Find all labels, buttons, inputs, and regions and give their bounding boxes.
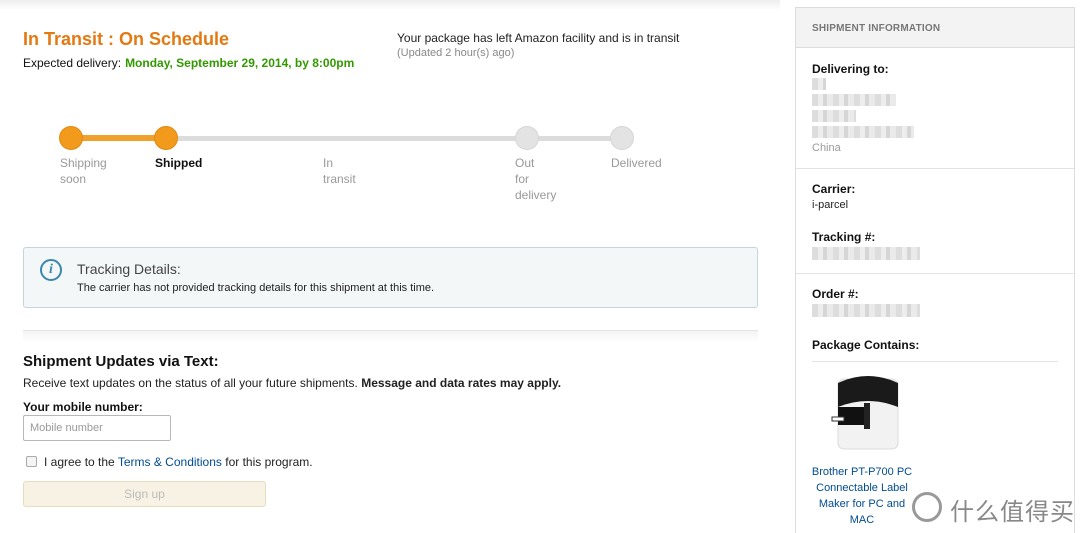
- mobile-number-label: Your mobile number:: [23, 400, 143, 414]
- redacted-address: [812, 78, 826, 90]
- product-image[interactable]: [828, 373, 908, 453]
- step-label-shipped: Shipped: [155, 156, 203, 170]
- redacted-tracking-number: [812, 247, 920, 260]
- updates-title: Shipment Updates via Text:: [23, 353, 219, 370]
- section-divider-shade: [23, 331, 758, 343]
- terms-text: I agree to the Terms & Conditions for th…: [44, 455, 313, 469]
- redacted-address: [812, 94, 896, 106]
- watermark-text: 什么值得买: [950, 499, 1075, 526]
- redacted-address: [812, 110, 856, 122]
- watermark-logo-icon: [912, 492, 942, 522]
- sidebar-divider: [796, 168, 1074, 169]
- status-title: In Transit : On Schedule: [23, 29, 230, 49]
- progress-fill: [70, 135, 166, 141]
- step-dot-out-for-delivery: [515, 126, 539, 150]
- delivering-to-label: Delivering to:: [812, 62, 889, 76]
- expected-delivery: Expected delivery: Monday, September 29, …: [23, 56, 354, 70]
- tracking-title: Tracking Details:: [77, 261, 181, 277]
- tracking-details-box: i Tracking Details: The carrier has not …: [23, 247, 758, 308]
- sidebar-divider: [796, 273, 1074, 274]
- redacted-address: [812, 126, 914, 138]
- top-shade: [0, 0, 780, 10]
- step-label-delivered: Delivered: [611, 156, 662, 170]
- terms-conditions-link[interactable]: Terms & Conditions: [118, 455, 222, 469]
- step-dot-shipping-soon: [59, 126, 83, 150]
- step-label-shipping-soon: Shipping soon: [60, 156, 107, 186]
- expected-date: Monday, September 29, 2014, by 8:00pm: [125, 56, 355, 70]
- tracking-number-label: Tracking #:: [812, 230, 876, 244]
- country-value: China: [812, 142, 841, 154]
- tracking-text: The carrier has not provided tracking de…: [77, 282, 435, 294]
- mobile-number-input[interactable]: [23, 415, 171, 441]
- package-contains-label: Package Contains:: [812, 338, 920, 352]
- package-divider: [812, 361, 1058, 362]
- shipment-info-header: SHIPMENT INFORMATION: [796, 8, 1074, 48]
- order-number-label: Order #:: [812, 287, 859, 301]
- carrier-label: Carrier:: [812, 182, 856, 196]
- updated-time: (Updated 2 hour(s) ago): [397, 47, 515, 59]
- terms-checkbox[interactable]: [26, 456, 37, 467]
- info-icon: i: [40, 259, 62, 281]
- redacted-order-number: [812, 304, 920, 317]
- step-dot-delivered: [610, 126, 634, 150]
- step-label-out-for-delivery: Out for delivery: [515, 156, 557, 202]
- carrier-value: i-parcel: [812, 199, 849, 211]
- expected-label: Expected delivery:: [23, 56, 122, 70]
- step-dot-shipped: [154, 126, 178, 150]
- product-link[interactable]: Brother PT-P700 PC Connectable Label Mak…: [808, 464, 916, 528]
- sign-up-button[interactable]: Sign up: [23, 481, 266, 507]
- step-label-in-transit: In transit: [323, 156, 356, 186]
- shipment-info-panel: SHIPMENT INFORMATION Delivering to: Chin…: [795, 7, 1075, 533]
- updates-description: Receive text updates on the status of al…: [23, 376, 562, 390]
- transit-message: Your package has left Amazon facility an…: [397, 31, 680, 45]
